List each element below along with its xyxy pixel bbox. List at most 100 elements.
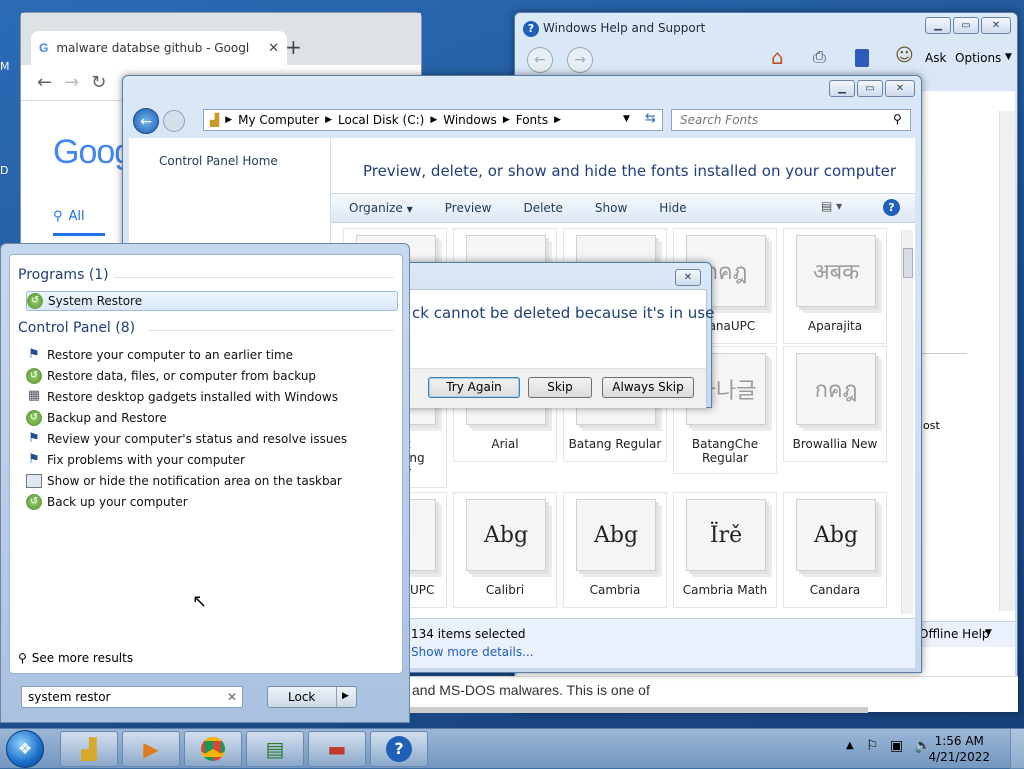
taskbar-chrome[interactable]: [184, 731, 242, 767]
search-icon: ⚲: [18, 651, 27, 665]
ask-icon[interactable]: ☺: [895, 47, 914, 65]
close-button[interactable]: ✕: [885, 80, 915, 97]
always-skip-button[interactable]: Always Skip: [602, 377, 694, 398]
show-desktop-button[interactable]: [1010, 729, 1024, 769]
skip-button[interactable]: Skip: [528, 377, 592, 398]
forward-icon[interactable]: →: [567, 47, 593, 73]
show-more-details-link[interactable]: Show more details...: [411, 645, 534, 659]
print-icon[interactable]: ⎙: [813, 49, 826, 65]
item-label: Show or hide the notification area on th…: [47, 474, 342, 488]
font-tile[interactable]: Abg Candara: [783, 492, 887, 608]
back-button[interactable]: ←: [133, 108, 159, 134]
start-search-input[interactable]: [21, 686, 243, 708]
taskbar-task-manager[interactable]: ▤: [246, 731, 304, 767]
taskbar-help[interactable]: ?: [370, 731, 428, 767]
scrollbar-thumb[interactable]: [903, 248, 913, 278]
maximize-button[interactable]: ▭: [953, 17, 979, 34]
cp-item[interactable]: ⚑ Review your computer's status and resol…: [26, 429, 398, 449]
breadcrumb-local-disk[interactable]: Local Disk (C:): [338, 113, 424, 127]
hide-button[interactable]: Hide: [659, 201, 686, 215]
breadcrumb-my-computer[interactable]: My Computer: [238, 113, 319, 127]
browse-help-icon[interactable]: [855, 49, 869, 67]
breadcrumb-fonts[interactable]: Fonts: [516, 113, 548, 127]
back-icon[interactable]: ←: [527, 47, 553, 73]
cp-item[interactable]: Show or hide the notification area on th…: [26, 471, 398, 491]
search-tab-all[interactable]: ⚲ All: [53, 209, 85, 224]
address-dropdown-icon[interactable]: ▼: [623, 115, 630, 124]
clear-search-icon[interactable]: ✕: [227, 691, 237, 703]
system-restore-icon: ↺: [27, 293, 43, 309]
selection-count: 134 items selected: [411, 627, 526, 641]
font-name: BatangChe Regular: [691, 437, 759, 465]
reload-icon[interactable]: ↻: [91, 73, 106, 92]
offline-help-button[interactable]: Offline Help: [919, 627, 990, 641]
desktop-icon-label[interactable]: M: [0, 60, 10, 73]
try-again-button[interactable]: Try Again: [428, 377, 520, 398]
network-icon[interactable]: ▣: [890, 739, 903, 753]
taskbar-media-player[interactable]: ▶: [122, 731, 180, 767]
scrollbar[interactable]: [901, 230, 913, 614]
address-bar[interactable]: ▟ ▶ My Computer ▶ Local Disk (C:) ▶ Wind…: [203, 109, 663, 131]
maximize-button[interactable]: ▭: [857, 80, 883, 97]
cp-item[interactable]: ⚑ Restore your computer to an earlier tim…: [26, 345, 398, 365]
forward-icon[interactable]: →: [64, 73, 79, 92]
organize-button[interactable]: Organize ▼: [349, 201, 413, 215]
start-menu: Programs (1) ↺ System Restore Control Pa…: [0, 243, 410, 723]
program-system-restore[interactable]: ↺ System Restore: [26, 291, 398, 311]
font-name: t ing r: [406, 437, 425, 479]
action-center-flag-icon[interactable]: ⚐: [866, 739, 879, 753]
back-icon[interactable]: ←: [37, 73, 52, 92]
cp-item[interactable]: ↺ Backup and Restore: [26, 408, 398, 428]
forward-button[interactable]: [163, 110, 185, 132]
home-icon[interactable]: ⌂: [771, 47, 784, 67]
lock-label: Lock: [288, 690, 316, 704]
horizontal-scrollbar[interactable]: [408, 707, 868, 713]
preview-button[interactable]: Preview: [445, 201, 492, 215]
clock[interactable]: 1:56 AM 4/21/2022: [928, 733, 990, 765]
desktop-icon-label[interactable]: D: [0, 164, 8, 177]
font-tile[interactable]: अबक Aparajita: [783, 228, 887, 344]
search-fonts-input[interactable]: Search Fonts: [671, 109, 911, 131]
see-more-results-link[interactable]: ⚲ See more results: [18, 651, 133, 665]
ask-button[interactable]: Ask: [925, 51, 946, 65]
show-button[interactable]: Show: [595, 201, 627, 215]
close-button[interactable]: ✕: [981, 17, 1011, 34]
scrollbar[interactable]: [999, 111, 1015, 611]
help-icon[interactable]: ?: [883, 199, 900, 216]
taskbar-toolbox[interactable]: ▬: [308, 731, 366, 767]
close-button[interactable]: ✕: [675, 269, 701, 286]
view-icon[interactable]: ▤ ▾: [821, 200, 842, 212]
control-panel-header[interactable]: Control Panel (8): [18, 320, 135, 336]
divider: [148, 330, 394, 331]
item-label: Review your computer's status and resolv…: [47, 432, 348, 446]
taskbar-explorer[interactable]: ▟: [60, 731, 118, 767]
breadcrumb-windows[interactable]: Windows: [443, 113, 497, 127]
cp-item[interactable]: ⚑ Fix problems with your computer: [26, 450, 398, 470]
options-button[interactable]: Options: [955, 51, 1001, 65]
divider: [336, 687, 337, 707]
control-panel-home-link[interactable]: Control Panel Home: [159, 154, 278, 168]
cp-item[interactable]: ↺ Restore data, files, or computer from b…: [26, 366, 398, 386]
show-hidden-icons-icon[interactable]: ▲: [846, 741, 854, 751]
font-tile[interactable]: Ïrě Cambria Math: [673, 492, 777, 608]
font-tile[interactable]: Abg Cambria: [563, 492, 667, 608]
font-preview: กคฎ: [796, 353, 876, 425]
start-button[interactable]: ❖: [6, 730, 44, 768]
minimize-button[interactable]: ▁: [829, 80, 855, 97]
font-tile[interactable]: กคฎ Browallia New: [783, 346, 887, 462]
programs-header[interactable]: Programs (1): [18, 267, 109, 283]
new-tab-icon[interactable]: +: [285, 37, 302, 57]
font-tile[interactable]: Abg Calibri: [453, 492, 557, 608]
refresh-icon[interactable]: ⇆: [645, 112, 656, 125]
browser-tab[interactable]: G malware databse github - Googl ✕: [31, 31, 287, 65]
cp-item[interactable]: ▦ Restore desktop gadgets installed with …: [26, 387, 398, 407]
chevron-right-icon: ▶: [225, 114, 233, 125]
dialog-message: ck cannot be deleted because it's in use: [412, 304, 715, 322]
chevron-right-icon[interactable]: ▶: [342, 692, 349, 701]
help-icon: ?: [523, 21, 539, 37]
lock-button[interactable]: Lock ▶: [267, 686, 357, 708]
delete-button[interactable]: Delete: [523, 201, 562, 215]
cp-item[interactable]: ↺ Back up your computer: [26, 492, 398, 512]
minimize-button[interactable]: ▁: [925, 17, 951, 34]
close-tab-icon[interactable]: ✕: [268, 42, 279, 55]
